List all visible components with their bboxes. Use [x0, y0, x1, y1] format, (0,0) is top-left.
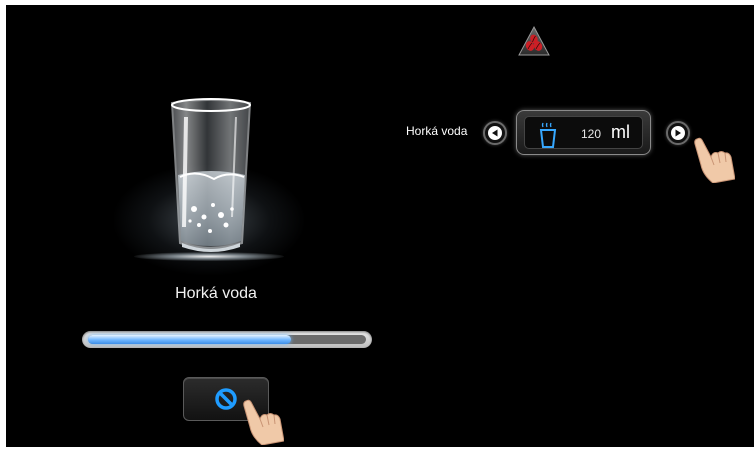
dispense-progress-bar: [82, 331, 372, 348]
progress-fill: [88, 335, 291, 344]
touch-hand-icon: [243, 399, 284, 445]
coffee-beans-warning-icon: [518, 25, 550, 56]
touch-hand-icon: [694, 137, 735, 183]
volume-unit: ml: [611, 122, 630, 142]
volume-label: Horká voda: [406, 124, 468, 138]
product-name: Horká voda: [175, 285, 257, 302]
arrow-right-icon: [671, 126, 685, 140]
arrow-left-icon: [488, 126, 502, 140]
cancel-icon: [215, 388, 237, 410]
volume-display: 120 ml: [516, 110, 651, 155]
progress-track-inner: [88, 335, 366, 344]
hot-water-glass-image: [170, 98, 252, 252]
display-screen: Horká voda Horká voda 120 ml: [6, 5, 754, 447]
glass-base-light: [134, 252, 284, 261]
volume-value: 120: [581, 127, 602, 141]
hot-cup-icon: [539, 122, 557, 148]
decrease-volume-button[interactable]: [483, 121, 507, 145]
volume-display-inner: 120 ml: [524, 116, 643, 149]
increase-volume-button[interactable]: [666, 121, 690, 145]
